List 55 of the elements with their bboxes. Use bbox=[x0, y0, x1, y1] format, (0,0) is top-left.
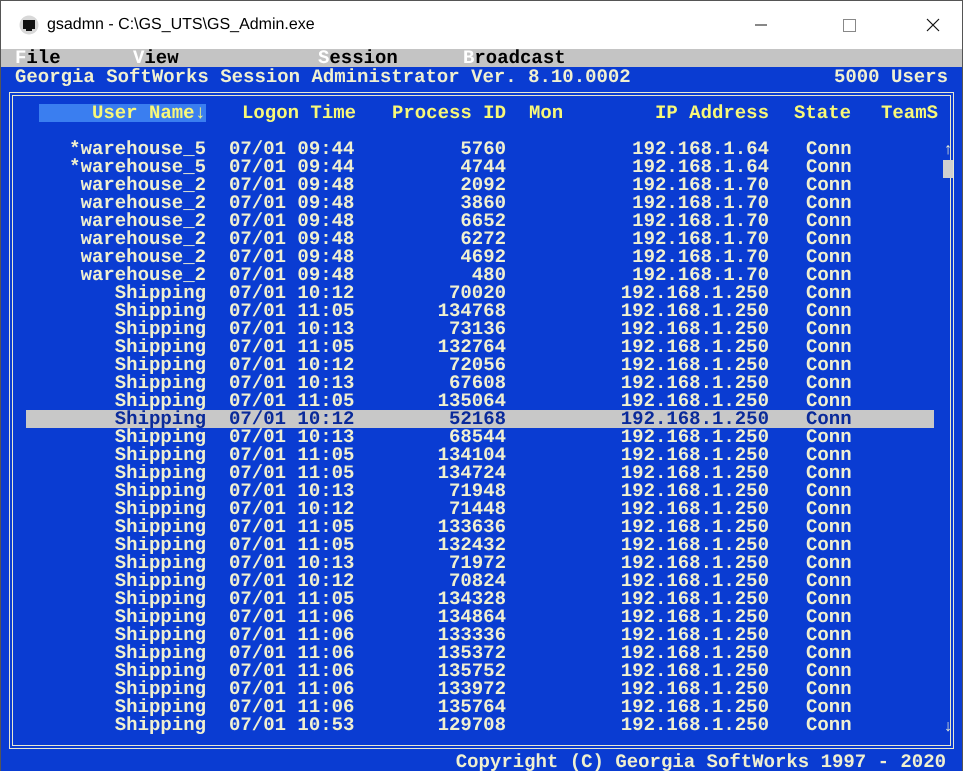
scroll-up-arrow[interactable]: ↑ bbox=[943, 144, 953, 156]
column-header[interactable]: Logon Time bbox=[242, 104, 356, 122]
table-row[interactable]: Shipping 07/01 11:06 135764 192.168.1.250 Conn bbox=[26, 698, 934, 716]
column-header[interactable]: Process ID bbox=[392, 104, 506, 122]
table-row[interactable]: Shipping 07/01 11:06 134864 192.168.1.250 Conn bbox=[26, 608, 934, 626]
table-row[interactable]: Shipping 07/01 11:05 134104 192.168.1.250 Conn bbox=[26, 446, 934, 464]
table-row[interactable]: warehouse_2 07/01 09:48 6652 192.168.1.70 Conn bbox=[26, 212, 934, 230]
table-row[interactable]: Shipping 07/01 11:06 135752 192.168.1.250 Conn bbox=[26, 662, 934, 680]
window-title: gsadmn - C:\GS_UTS\GS_Admin.exe bbox=[47, 15, 315, 35]
table-row[interactable]: warehouse_2 07/01 09:48 480 192.168.1.70 Conn bbox=[26, 266, 934, 284]
table-row[interactable]: Shipping 07/01 10:13 71972 192.168.1.250 Conn bbox=[26, 554, 934, 572]
table-row[interactable]: Shipping 07/01 11:05 134724 192.168.1.250 Conn bbox=[26, 464, 934, 482]
scrollbar[interactable]: ↑ ↓ bbox=[942, 144, 954, 734]
table-row[interactable]: warehouse_2 07/01 09:48 4692 192.168.1.70 Conn bbox=[26, 248, 934, 266]
table-row[interactable]: Shipping 07/01 10:13 67608 192.168.1.250 Conn bbox=[26, 374, 934, 392]
maximize-icon[interactable] bbox=[843, 18, 856, 32]
table-row[interactable]: Shipping 07/01 11:05 135064 192.168.1.250 Conn bbox=[26, 392, 934, 410]
column-header[interactable]: TeamS bbox=[881, 104, 938, 122]
table-row[interactable]: Shipping 07/01 11:06 135372 192.168.1.250 Conn bbox=[26, 644, 934, 662]
menu-item[interactable]: File bbox=[15, 49, 133, 67]
table-row[interactable]: Shipping 07/01 11:05 133636 192.168.1.250 Conn bbox=[26, 518, 934, 536]
close-icon[interactable] bbox=[926, 18, 940, 32]
menu-item[interactable]: View bbox=[133, 49, 318, 67]
table-row[interactable]: *warehouse_5 07/01 09:44 5760 192.168.1.64 Conn bbox=[26, 140, 934, 158]
table-cell: 07/01 10:53 bbox=[229, 714, 354, 736]
table-row[interactable]: Shipping 07/01 10:13 73136 192.168.1.250 Conn bbox=[26, 320, 934, 338]
table-row[interactable]: Shipping 07/01 10:12 52168 192.168.1.250 Conn bbox=[26, 410, 934, 428]
table-row[interactable]: Shipping 07/01 11:06 133972 192.168.1.250 Conn bbox=[26, 680, 934, 698]
table-row[interactable]: Shipping 07/01 10:13 71948 192.168.1.250 Conn bbox=[26, 482, 934, 500]
user-count: 5000 Users bbox=[834, 68, 948, 86]
table-row[interactable]: Shipping 07/01 11:05 134328 192.168.1.250 Conn bbox=[26, 590, 934, 608]
table-row[interactable]: Shipping 07/01 11:05 132432 192.168.1.250 Conn bbox=[26, 536, 934, 554]
table-row[interactable]: Shipping 07/01 10:13 68544 192.168.1.250 Conn bbox=[26, 428, 934, 446]
scroll-down-arrow[interactable]: ↓ bbox=[943, 720, 953, 734]
table-row[interactable]: Shipping 07/01 10:12 70824 192.168.1.250 Conn bbox=[26, 572, 934, 590]
table-row[interactable]: warehouse_2 07/01 09:48 6272 192.168.1.70 Conn bbox=[26, 230, 934, 248]
terminal-icon bbox=[19, 15, 39, 35]
table-row[interactable]: Shipping 07/01 10:12 72056 192.168.1.250 Conn bbox=[26, 356, 934, 374]
table-row[interactable]: Shipping 07/01 11:06 133336 192.168.1.250 Conn bbox=[26, 626, 934, 644]
copyright-text: Copyright (C) Georgia SoftWorks 1997 - 2020 bbox=[456, 753, 946, 771]
app-title: Georgia SoftWorks Session Administrator Ver. 8.10.0002 bbox=[15, 68, 631, 86]
table-row[interactable]: Shipping 07/01 11:05 132764 192.168.1.250 Conn bbox=[26, 338, 934, 356]
column-header[interactable]: Mon bbox=[529, 104, 564, 122]
table-row[interactable]: Shipping 07/01 10:53 129708 192.168.1.250 Conn bbox=[26, 716, 934, 734]
column-header[interactable]: State bbox=[794, 104, 852, 122]
menu-item[interactable]: Session bbox=[318, 49, 463, 67]
column-header[interactable]: IP Address bbox=[654, 104, 769, 122]
menu-item[interactable]: Broadcast bbox=[463, 49, 663, 67]
table-row[interactable]: Shipping 07/01 10:12 71448 192.168.1.250 Conn bbox=[26, 500, 934, 518]
scroll-thumb[interactable] bbox=[943, 160, 953, 178]
table-row[interactable]: warehouse_2 07/01 09:48 3860 192.168.1.70 Conn bbox=[26, 194, 934, 212]
table-row[interactable]: *warehouse_5 07/01 09:44 4744 192.168.1.64 Conn bbox=[26, 158, 934, 176]
table-row[interactable]: warehouse_2 07/01 09:48 2092 192.168.1.70 Conn bbox=[26, 176, 934, 194]
table-row[interactable]: Shipping 07/01 11:05 134768 192.168.1.250 Conn bbox=[26, 302, 934, 320]
table-row[interactable]: Shipping 07/01 10:12 70020 192.168.1.250 Conn bbox=[26, 284, 934, 302]
